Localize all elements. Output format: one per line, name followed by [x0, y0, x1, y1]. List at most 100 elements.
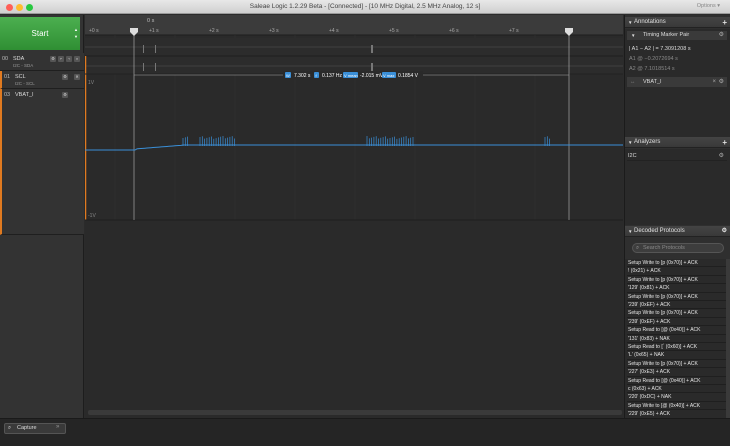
channel-row-scl[interactable]: 01 SCL I2C - SCL ⚙ ✕: [0, 71, 84, 89]
max-tag: V max: [383, 73, 394, 78]
trigger-falling-icon[interactable]: ¬: [66, 56, 72, 62]
measure-frequency: 0.137 Hz: [322, 73, 343, 79]
start-options-arrows-icon[interactable]: ▲ ▼: [74, 26, 78, 40]
window-title: Saleae Logic 1.2.29 Beta - [Connected] -…: [249, 3, 481, 10]
gear-icon[interactable]: ⚙: [719, 77, 724, 87]
scl-pulse: [143, 63, 144, 71]
decoded-row[interactable]: ! (0x21) + ACK: [627, 267, 727, 276]
trigger-rising-icon[interactable]: ⌐: [58, 56, 64, 62]
remove-icon[interactable]: ×: [712, 77, 716, 87]
decoded-protocols-title: Decoded Protocols: [634, 228, 685, 234]
time-tick-label: +7 s: [509, 28, 519, 34]
gear-icon[interactable]: ⚙: [722, 226, 727, 237]
channel-number: 03: [4, 92, 11, 98]
decoded-row[interactable]: 'L' (0x65) + NAK: [627, 351, 727, 360]
measure-duration: 7.302 s: [294, 73, 311, 79]
measure-max: 0.1854 V: [398, 73, 419, 79]
options-menu[interactable]: Options ▾: [697, 3, 720, 9]
time-ruler[interactable]: [85, 15, 623, 35]
title-bar: Saleae Logic 1.2.29 Beta - [Connected] -…: [0, 0, 730, 14]
origin-label: 0 s: [147, 18, 155, 24]
collapse-triangle-icon[interactable]: ▼: [631, 31, 635, 40]
add-analyzer-button[interactable]: +: [722, 137, 727, 148]
expand-chevron-icon[interactable]: »: [56, 424, 59, 430]
measurement-row[interactable]: ↔ VBAT_I × ⚙: [627, 77, 727, 87]
decoded-row[interactable]: c (0x63) + ACK: [627, 385, 727, 394]
collapse-triangle-icon[interactable]: ▼: [628, 137, 632, 148]
waveform-canvas[interactable]: 0 s +0 s +1 s +2 s +3 s +4 s +5 s +6 s +7 s 1V …: [84, 15, 623, 418]
decoded-row[interactable]: Setup Write to [p (0x70)] + ACK: [627, 360, 727, 369]
gear-icon[interactable]: ⚙: [719, 31, 724, 40]
decoded-list-scrollbar[interactable]: [726, 259, 730, 418]
time-tick-label: +6 s: [449, 28, 459, 34]
decoded-row[interactable]: Setup Read to [` (0x60)] + ACK: [627, 343, 727, 352]
mean-tag: V mean: [344, 73, 358, 78]
gear-icon[interactable]: ⚙: [50, 56, 56, 62]
gear-icon[interactable]: ⚙: [62, 92, 68, 98]
time-tick-label: +3 s: [269, 28, 279, 34]
annotations-header[interactable]: ▼ Annotations +: [625, 17, 730, 28]
search-icon: ⌕: [636, 245, 640, 251]
collapse-triangle-icon[interactable]: ▼: [628, 226, 632, 237]
measurement-icon: ↔: [630, 79, 636, 85]
sda-pulse: [371, 45, 373, 53]
add-annotation-button[interactable]: +: [722, 17, 727, 28]
analog-baseline: [85, 144, 623, 151]
trigger-off-icon[interactable]: ✕: [74, 74, 80, 80]
width-tag: W: [286, 73, 290, 78]
gear-icon[interactable]: ⚙: [719, 151, 724, 161]
decoded-row[interactable]: Setup Write to [p (0x70)] + ACK: [627, 259, 727, 268]
decoded-row[interactable]: '129' (0x81) + ACK: [627, 284, 727, 293]
sda-pulse: [143, 45, 144, 53]
analyzer-item-i2c[interactable]: I2C ⚙: [627, 151, 727, 161]
sda-pulse: [155, 45, 156, 53]
analyzers-section: I2C ⚙: [625, 149, 730, 225]
analyzer-name: I2C: [628, 153, 637, 159]
decoded-row[interactable]: Setup Write to [@ (0x40)] + ACK: [627, 402, 727, 411]
decoded-row[interactable]: '239' (0xEF) + ACK: [627, 318, 727, 327]
scl-pulse: [155, 63, 156, 71]
channel-name[interactable]: SCL: [15, 74, 26, 80]
channel-panel: Start ▲ ▼ 00 SDA I2C - SDA ⚙ ⌐ ¬ × 01 SCL…: [0, 15, 84, 418]
start-button[interactable]: Start ▲ ▼: [0, 17, 80, 50]
channel-name[interactable]: SDA: [13, 56, 24, 62]
channel-analyzer-label: I2C - SCL: [15, 81, 35, 86]
side-panel: ▼ Annotations + ▼ Timing Marker Pair ⚙ |…: [624, 15, 730, 436]
channel-number: 00: [2, 56, 9, 62]
decoded-row[interactable]: Setup Read to [@ (0x40)] + ACK: [627, 326, 727, 335]
marker-a1-position: A1 @ −0.2072694 s: [629, 56, 678, 62]
analyzers-header[interactable]: ▼ Analyzers +: [625, 137, 730, 148]
channel-number: 01: [4, 74, 11, 80]
scl-pulse: [371, 63, 373, 71]
close-icon[interactable]: ×: [74, 56, 80, 62]
decoded-row[interactable]: Setup Read to [@ (0x40)] + ACK: [627, 377, 727, 385]
decoded-row[interactable]: '220' (0xDC) + NAK: [627, 393, 727, 402]
timing-marker-pair-label: Timing Marker Pair: [643, 32, 690, 38]
channel-analyzer-label: I2C - SDA: [13, 63, 34, 68]
analog-trace: [85, 136, 623, 151]
decoded-row[interactable]: '227' (0xE3) + ACK: [627, 368, 727, 377]
channel-row-vbat[interactable]: 03 VBAT_I ⚙: [0, 89, 84, 235]
time-tick-label: +1 s: [149, 28, 159, 34]
annotations-title: Annotations: [634, 19, 666, 25]
timing-marker-pair-row[interactable]: ▼ Timing Marker Pair ⚙: [627, 31, 727, 40]
marker-difference: | A1 − A2 | = 7.3091208 s: [629, 46, 691, 52]
search-protocols-input[interactable]: ⌕ Search Protocols: [632, 243, 724, 253]
decoded-row[interactable]: Setup Write to [p (0x70)] + ACK: [627, 309, 727, 318]
waveform-area[interactable]: 0 s +0 s +1 s +2 s +3 s +4 s +5 s +6 s +7 s 1V …: [84, 15, 623, 418]
collapse-triangle-icon[interactable]: ▼: [628, 17, 632, 28]
decoded-protocols-header[interactable]: ▼ Decoded Protocols ⚙: [625, 226, 730, 237]
gear-icon[interactable]: ⚙: [62, 74, 68, 80]
bottom-bar: ⌕ Capture »: [0, 410, 730, 446]
decoded-row[interactable]: Setup Write to [p (0x70)] + ACK: [627, 293, 727, 301]
decoded-row[interactable]: Setup Write to [p (0x70)] + ACK: [627, 276, 727, 285]
channel-name[interactable]: VBAT_I: [15, 92, 34, 98]
timeline-scrollbar[interactable]: [88, 410, 622, 415]
decoded-row[interactable]: '239' (0xEF) + ACK: [627, 301, 727, 310]
measurement-tooltip: W 7.302 s f 0.137 Hz V mean -2.015 mV V …: [283, 71, 423, 79]
marker-a2-position: A2 @ 7.1018514 s: [629, 66, 675, 72]
decoded-protocol-list[interactable]: Setup Write to [p (0x70)] + ACK! (0x21) …: [625, 259, 730, 436]
decoded-row[interactable]: '131' (0x83) + NAK: [627, 335, 727, 343]
channel-row-sda[interactable]: 00 SDA I2C - SDA ⚙ ⌐ ¬ ×: [0, 53, 84, 71]
annotations-section: ▼ Timing Marker Pair ⚙ | A1 − A2 | = 7.3…: [625, 29, 730, 143]
